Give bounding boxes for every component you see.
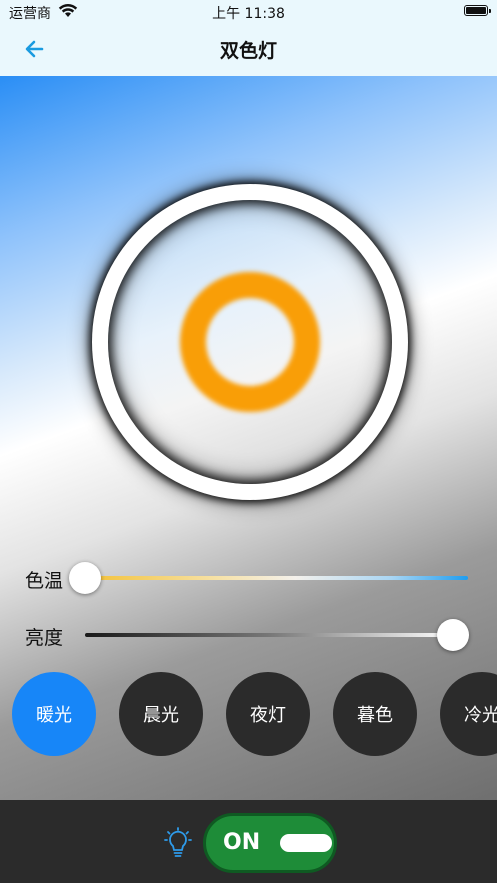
clock: 上午 11:38 bbox=[212, 6, 285, 22]
color-temperature-row: 色温 bbox=[0, 558, 497, 598]
preset-morning-button[interactable]: 晨光 bbox=[119, 672, 203, 756]
light-glow-ring bbox=[180, 272, 320, 412]
bottom-bar: ON bbox=[0, 800, 497, 883]
preset-warm-button[interactable]: 暖光 bbox=[12, 672, 96, 756]
preset-label: 冷光 bbox=[464, 705, 497, 726]
preset-dusk-button[interactable]: 暮色 bbox=[333, 672, 417, 756]
brightness-track[interactable] bbox=[85, 633, 453, 637]
color-temperature-label: 色温 bbox=[25, 570, 64, 592]
preset-night-button[interactable]: 夜灯 bbox=[226, 672, 310, 756]
power-toggle-knob bbox=[280, 834, 332, 852]
color-temperature-track[interactable] bbox=[85, 576, 468, 580]
power-toggle-label: ON bbox=[223, 830, 261, 855]
preset-label: 夜灯 bbox=[250, 705, 286, 726]
preset-list: 暖光 晨光 夜灯 暮色 冷光 bbox=[0, 672, 497, 762]
battery-icon bbox=[464, 5, 491, 16]
preset-label: 暮色 bbox=[357, 705, 393, 726]
nav-bar: 双色灯 bbox=[0, 24, 497, 76]
brightness-row: 亮度 bbox=[0, 615, 497, 655]
lightbulb-icon bbox=[164, 827, 192, 857]
power-toggle[interactable]: ON bbox=[203, 813, 337, 873]
light-control-panel: 色温 亮度 暖光 晨光 夜灯 暮色 冷光 bbox=[0, 76, 497, 800]
brightness-label: 亮度 bbox=[25, 627, 64, 649]
color-temperature-thumb[interactable] bbox=[69, 562, 101, 594]
page-title: 双色灯 bbox=[219, 40, 277, 62]
lamp-preview bbox=[92, 184, 408, 500]
lamp-preview-inner bbox=[108, 200, 392, 484]
status-bar: 运营商 上午 11:38 bbox=[0, 0, 497, 24]
preset-label: 晨光 bbox=[143, 705, 179, 726]
preset-cool-button[interactable]: 冷光 bbox=[440, 672, 497, 756]
preset-label: 暖光 bbox=[36, 705, 72, 726]
brightness-thumb[interactable] bbox=[437, 619, 469, 651]
